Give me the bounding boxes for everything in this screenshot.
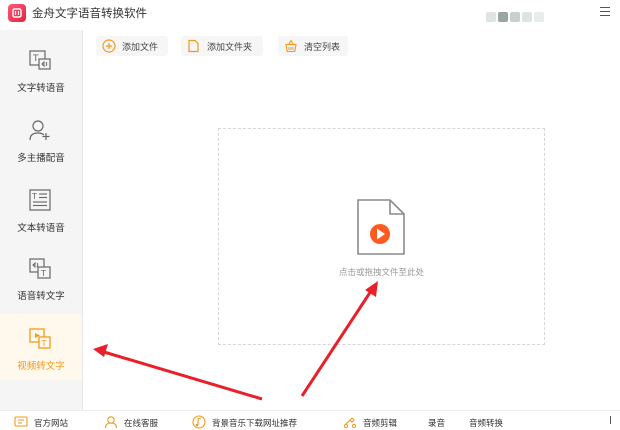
website-icon bbox=[14, 416, 28, 427]
footer-label: 官方网站 bbox=[34, 419, 69, 429]
folder-icon bbox=[188, 39, 199, 53]
sidebar: T 文字转语音 多主播配音 T 文本转语音 T 语音转文字 T 视频转文字 bbox=[0, 30, 83, 410]
sidebar-item-document-to-speech[interactable]: T 文本转语音 bbox=[0, 176, 82, 242]
footer-edge-mark bbox=[610, 416, 612, 424]
svg-text:T: T bbox=[31, 192, 37, 201]
audio-edit-icon bbox=[343, 417, 357, 429]
footer-label: 录音 bbox=[428, 419, 446, 429]
annotation-arrowhead-left bbox=[93, 344, 108, 357]
title-bar: 金舟文字语音转换软件 bbox=[0, 0, 620, 28]
speech-to-text-icon: T bbox=[29, 258, 51, 279]
add-folder-button[interactable]: 添加文件夹 bbox=[181, 36, 263, 56]
svg-text:T: T bbox=[41, 339, 47, 348]
add-file-button[interactable]: 添加文件 bbox=[96, 36, 168, 56]
sidebar-item-video-to-text[interactable]: T 视频转文字 bbox=[0, 314, 82, 380]
video-file-icon bbox=[357, 199, 405, 255]
customer-service-icon bbox=[104, 416, 118, 429]
svg-text:T: T bbox=[32, 54, 39, 64]
basket-icon bbox=[285, 39, 297, 53]
sidebar-item-label: 文本转语音 bbox=[17, 223, 65, 234]
footer-label: 音频剪辑 bbox=[363, 419, 398, 429]
document-to-speech-icon: T bbox=[29, 189, 51, 211]
sidebar-item-text-to-speech[interactable]: T 文字转语音 bbox=[0, 36, 82, 102]
text-to-speech-icon: T bbox=[29, 50, 51, 70]
sidebar-item-label: 文字转语音 bbox=[17, 83, 65, 94]
user-avatar[interactable] bbox=[486, 7, 556, 22]
add-file-label: 添加文件 bbox=[122, 43, 159, 53]
footer-label: 音频转换 bbox=[469, 419, 504, 429]
file-drop-zone[interactable]: 点击或拖拽文件至此处 bbox=[218, 128, 545, 345]
sidebar-item-multi-speaker[interactable]: 多主播配音 bbox=[0, 106, 82, 172]
footer-bar bbox=[0, 410, 620, 430]
svg-text:T: T bbox=[40, 269, 46, 278]
video-to-text-icon: T bbox=[29, 328, 51, 349]
add-folder-label: 添加文件夹 bbox=[207, 43, 253, 53]
app-logo-icon bbox=[8, 4, 26, 22]
clear-list-button[interactable]: 清空列表 bbox=[278, 36, 348, 56]
music-icon bbox=[192, 415, 206, 429]
add-circle-icon bbox=[102, 39, 116, 53]
footer-label: 背景音乐下载网址推荐 bbox=[212, 419, 298, 429]
sidebar-item-speech-to-text[interactable]: T 语音转文字 bbox=[0, 244, 82, 310]
clear-list-label: 清空列表 bbox=[304, 43, 341, 53]
app-title: 金舟文字语音转换软件 bbox=[32, 6, 147, 20]
multi-speaker-icon bbox=[29, 120, 50, 141]
sidebar-item-label: 多主播配音 bbox=[17, 153, 65, 164]
hamburger-menu-icon[interactable] bbox=[600, 7, 610, 17]
footer-label: 在线客服 bbox=[124, 419, 159, 429]
sidebar-item-label: 视频转文字 bbox=[17, 361, 65, 372]
drop-hint-text: 点击或拖拽文件至此处 bbox=[338, 268, 424, 278]
sidebar-item-label: 语音转文字 bbox=[17, 291, 65, 302]
